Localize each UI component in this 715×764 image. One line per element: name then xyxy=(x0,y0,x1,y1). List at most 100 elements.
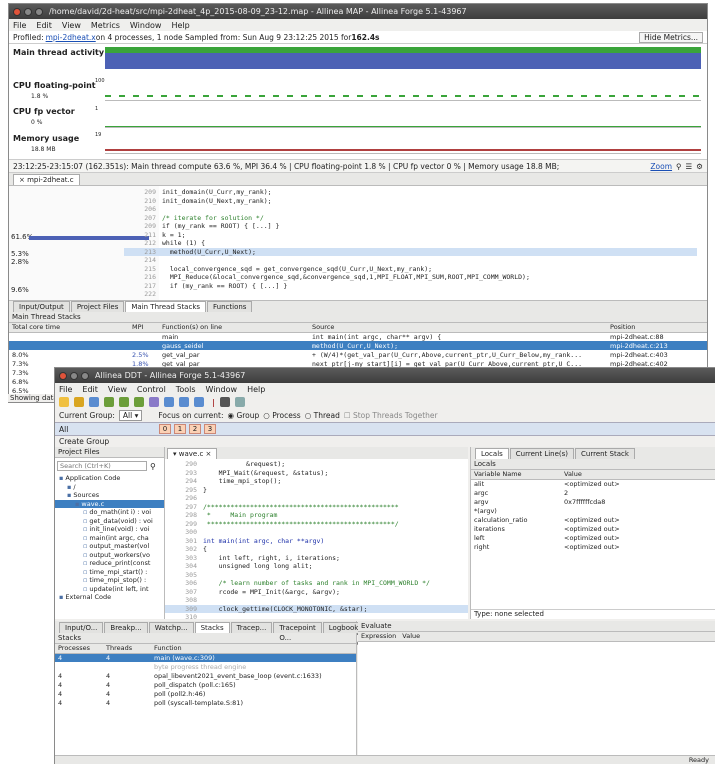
line-number[interactable]: 223 xyxy=(124,299,162,301)
col-threads[interactable]: Threads xyxy=(103,644,151,654)
code-line[interactable]: 298 * Main program xyxy=(165,511,468,520)
code-line[interactable]: 304 unsigned long long alit; xyxy=(165,562,468,571)
profiled-exe-link[interactable]: mpi-2dheat.x xyxy=(46,33,96,42)
bottom-frame-icon[interactable] xyxy=(194,397,204,407)
menu-file[interactable]: File xyxy=(59,385,72,394)
line-number[interactable]: 211 xyxy=(124,231,162,240)
code-line[interactable]: 290 &request); xyxy=(165,460,468,469)
rank-0-button[interactable]: 0 xyxy=(159,424,171,434)
line-number[interactable]: 304 xyxy=(165,562,203,571)
col-eval-value[interactable]: Value xyxy=(399,632,715,642)
down-frame-icon[interactable] xyxy=(164,397,174,407)
search-input[interactable] xyxy=(57,461,147,471)
line-number[interactable]: 212 xyxy=(124,239,162,248)
map-code-view[interactable]: 61.6% 5.3% 2.8% 9.6% 209 init_domain(U_Cu… xyxy=(9,185,707,300)
tab-close-icon[interactable]: × xyxy=(19,176,27,184)
tree-item[interactable]: ▫ time_mpi_stop() : xyxy=(55,576,164,585)
menu-file[interactable]: File xyxy=(13,21,26,30)
line-number[interactable]: 306 xyxy=(165,579,203,588)
line-number[interactable]: 210 xyxy=(124,197,162,206)
code-line[interactable]: 209 if (my_rank == ROOT) { [...] } xyxy=(124,222,697,231)
col-processes[interactable]: Processes xyxy=(55,644,103,654)
run-to-line-icon[interactable] xyxy=(149,397,159,407)
col-expression[interactable]: Expression xyxy=(358,632,400,642)
cpu-fp-chart[interactable] xyxy=(105,79,701,101)
menu-tools[interactable]: Tools xyxy=(176,385,196,394)
locals-row[interactable]: argv 0x7ffffffcda8 xyxy=(471,497,715,506)
tab-current-stack[interactable]: Current Stack xyxy=(575,448,635,459)
line-number[interactable]: 213 xyxy=(124,248,162,257)
line-number[interactable]: 298 xyxy=(165,511,203,520)
col-variable-name[interactable]: Variable Name xyxy=(471,470,561,480)
maximize-icon[interactable] xyxy=(35,7,43,16)
line-number[interactable]: 309 xyxy=(165,605,203,614)
code-line[interactable]: 217 if (my_rank == ROOT) { [...] } xyxy=(124,282,697,291)
add-breakpoint-icon[interactable] xyxy=(89,397,99,407)
zoom-icon[interactable]: ⚲ xyxy=(676,162,682,171)
table-row[interactable]: main int main(int argc, char** argv) {mpi… xyxy=(9,332,707,341)
code-line[interactable]: 305 xyxy=(165,571,468,580)
focus-process-radio[interactable]: ○ Process xyxy=(263,411,300,420)
search-icon[interactable]: ⚲ xyxy=(150,462,156,471)
line-number[interactable]: 299 xyxy=(165,520,203,529)
code-line[interactable]: 214 xyxy=(124,256,697,265)
tree-item[interactable]: ▫ output_master(vol xyxy=(55,542,164,551)
locals-row[interactable]: argc 2 xyxy=(471,488,715,497)
locals-row[interactable]: iterations <optimized out> xyxy=(471,524,715,533)
tab-locals[interactable]: Locals xyxy=(475,448,509,459)
stack-row[interactable]: 4 4 poll (syscall-template.S:81) xyxy=(55,698,356,707)
table-row[interactable]: gauss_seidel method(U_Curr,U_Next); mpi-2d… xyxy=(9,341,707,350)
tab-input-output[interactable]: Input/O... xyxy=(59,622,104,633)
minimize-icon[interactable] xyxy=(70,371,78,380)
tab-wave-c[interactable]: ▾ wave.c × xyxy=(167,448,218,459)
tab-current-lines[interactable]: Current Line(s) xyxy=(509,448,575,459)
code-line[interactable]: 294 time_mpi_stop(); xyxy=(165,477,468,486)
line-number[interactable]: 206 xyxy=(124,205,162,214)
rank-1-button[interactable]: 1 xyxy=(174,424,186,434)
line-number[interactable]: 293 xyxy=(165,469,203,478)
up-frame-icon[interactable] xyxy=(179,397,189,407)
tab-watchpoints[interactable]: Watchp... xyxy=(148,622,194,633)
step-into-icon[interactable] xyxy=(104,397,114,407)
code-line[interactable]: 210 init_domain(U_Next,my_rank); xyxy=(124,197,697,206)
code-line[interactable]: 216 MPI_Reduce(&local_convergence_sqd,&c… xyxy=(124,273,697,282)
stack-row[interactable]: byte progress thread engine xyxy=(55,662,356,671)
line-number[interactable]: 217 xyxy=(124,282,162,291)
tree-item[interactable]: ▫ output_workers(vo xyxy=(55,551,164,560)
close-icon[interactable] xyxy=(13,7,21,16)
stop-threads-checkbox[interactable]: ☐ Stop Threads Together xyxy=(344,411,438,420)
line-number[interactable]: 301 xyxy=(165,537,203,546)
locals-row[interactable]: calculation_ratio <optimized out> xyxy=(471,515,715,524)
close-icon[interactable] xyxy=(59,371,67,380)
tree-item[interactable]: ▫ main(int argc, cha xyxy=(55,534,164,543)
code-line[interactable]: 295} xyxy=(165,486,468,495)
focus-thread-radio[interactable]: ○ Thread xyxy=(305,411,340,420)
hide-metrics-button[interactable]: Hide Metrics... xyxy=(639,31,703,43)
pause-icon[interactable] xyxy=(74,397,84,407)
code-line[interactable]: 300 xyxy=(165,528,468,537)
line-number[interactable]: 302 xyxy=(165,545,203,554)
col-value[interactable]: Value xyxy=(561,470,715,480)
locals-row[interactable]: left <optimized out> xyxy=(471,533,715,542)
tree-item[interactable]: ▫ do_math(int i) : voi xyxy=(55,508,164,517)
code-line[interactable]: 306 /* learn number of tasks and rank in… xyxy=(165,579,468,588)
line-number[interactable]: 307 xyxy=(165,588,203,597)
line-number[interactable]: 222 xyxy=(124,290,162,299)
tree-item[interactable]: ▪ / xyxy=(55,483,164,492)
line-number[interactable]: 303 xyxy=(165,554,203,563)
col-total-core-time[interactable]: Total core time xyxy=(9,323,129,333)
code-line[interactable]: 222 xyxy=(124,290,697,299)
line-number[interactable]: 209 xyxy=(124,222,162,231)
menu-window[interactable]: Window xyxy=(206,385,238,394)
code-line[interactable]: 212 while (1) { xyxy=(124,239,697,248)
line-number[interactable]: 216 xyxy=(124,273,162,282)
code-line[interactable]: 206 xyxy=(124,205,697,214)
locals-row[interactable]: *(argv) xyxy=(471,506,715,515)
tree-item[interactable]: ▪ Sources xyxy=(55,491,164,500)
tree-item[interactable]: ▫ reduce_print(const xyxy=(55,559,164,568)
code-line[interactable]: 297/************************************… xyxy=(165,503,468,512)
line-number[interactable]: 290 xyxy=(165,460,203,469)
tree-item[interactable]: ▫ time_mpi_start() : xyxy=(55,568,164,577)
list-icon[interactable]: ☰ xyxy=(686,162,693,171)
tab-mpi-2dheat-c[interactable]: × mpi-2dheat.c xyxy=(13,174,80,185)
